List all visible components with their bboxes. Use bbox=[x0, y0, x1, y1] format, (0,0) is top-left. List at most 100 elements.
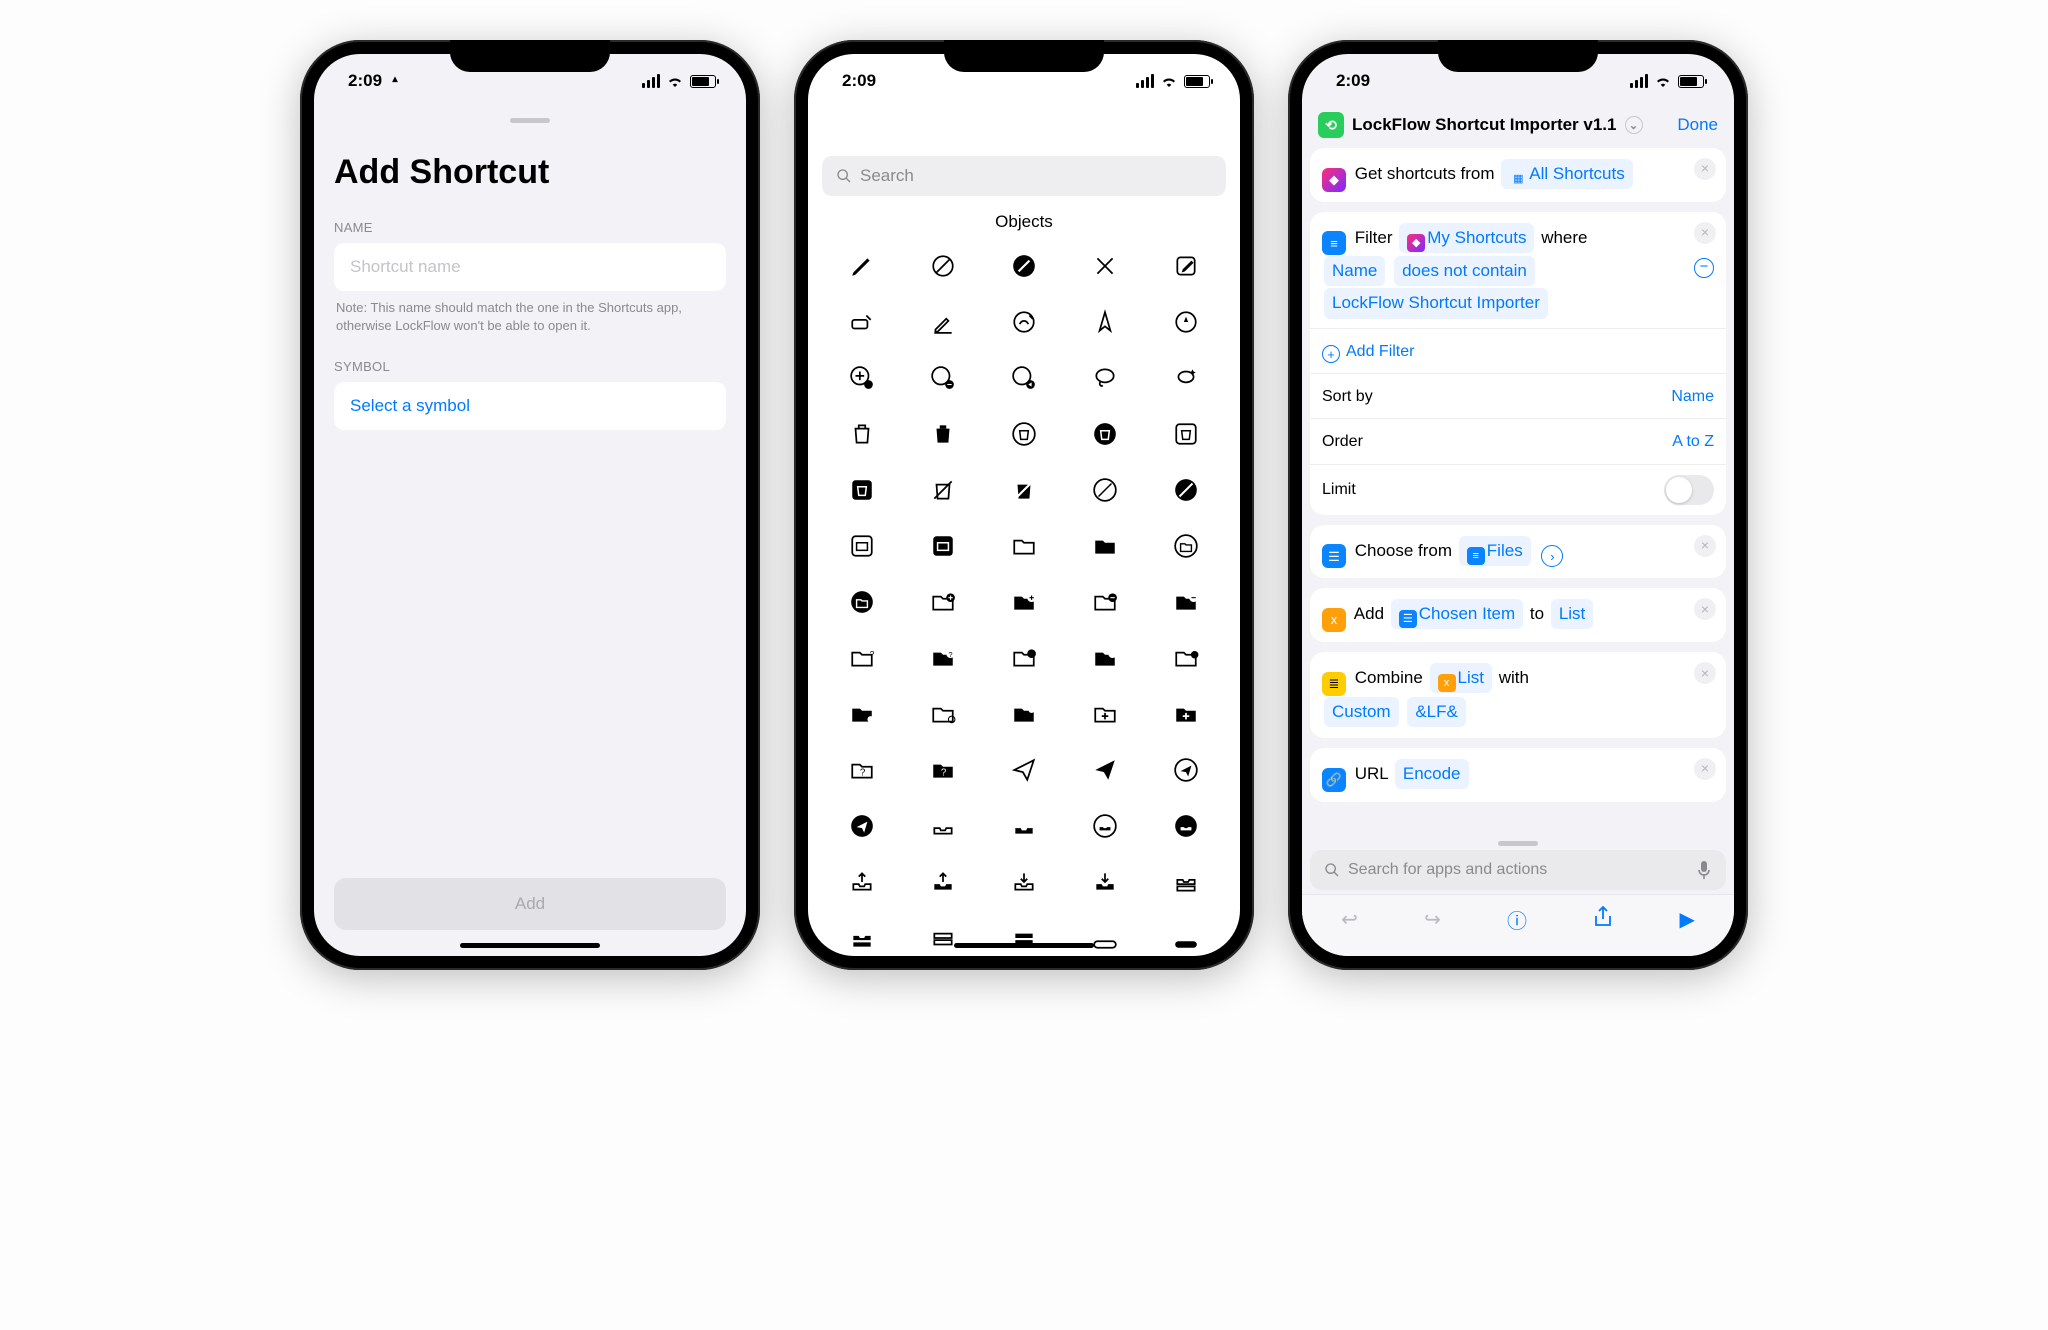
folder-gear-icon[interactable] bbox=[930, 701, 956, 727]
tray-up-fill-icon[interactable] bbox=[930, 869, 956, 895]
trash-circle-icon[interactable] bbox=[1011, 421, 1037, 447]
tray-up-icon[interactable] bbox=[849, 869, 875, 895]
tray-circle-fill-icon[interactable] bbox=[1173, 813, 1199, 839]
remove-action-icon[interactable]: × bbox=[1694, 662, 1716, 684]
action-combine[interactable]: × ≣ Combine xList with Custom &LF& bbox=[1310, 652, 1726, 738]
folder-square-icon[interactable] bbox=[849, 533, 875, 559]
folder-circle-icon[interactable] bbox=[1173, 533, 1199, 559]
arrow-circle-minus-icon[interactable] bbox=[930, 365, 956, 391]
paperplane-icon[interactable] bbox=[1011, 757, 1037, 783]
folder-question-icon[interactable]: ? bbox=[849, 645, 875, 671]
action-choose[interactable]: × ☰ Choose from ≡Files › bbox=[1310, 525, 1726, 579]
param-separator[interactable]: &LF& bbox=[1407, 697, 1466, 727]
mic-icon[interactable] bbox=[1696, 860, 1712, 880]
tray-circle-icon[interactable] bbox=[1092, 813, 1118, 839]
select-symbol-button[interactable]: Select a symbol bbox=[334, 382, 726, 430]
trash-square-icon[interactable] bbox=[1173, 421, 1199, 447]
folder-square-fill-icon[interactable] bbox=[930, 533, 956, 559]
marker-circle-icon[interactable] bbox=[1173, 309, 1199, 335]
symbol-search[interactable]: Search bbox=[822, 156, 1226, 196]
circle-slash-fill-icon[interactable] bbox=[1011, 253, 1037, 279]
folder-person-fill-icon[interactable] bbox=[1092, 645, 1118, 671]
drawer-grabber[interactable] bbox=[1498, 841, 1538, 846]
disclosure-icon[interactable]: › bbox=[1541, 545, 1563, 567]
folder-person-icon[interactable] bbox=[1011, 645, 1037, 671]
tray-full-icon[interactable] bbox=[930, 925, 956, 951]
action-url-encode[interactable]: × 🔗 URL Encode bbox=[1310, 748, 1726, 802]
shortcut-name-input[interactable] bbox=[334, 243, 726, 291]
add-filter-row[interactable]: +Add Filter bbox=[1310, 328, 1726, 365]
lasso-sparkle-icon[interactable] bbox=[1173, 365, 1199, 391]
trash-circle-fill-icon[interactable] bbox=[1092, 421, 1118, 447]
drive-icon[interactable] bbox=[1092, 925, 1118, 951]
play-icon[interactable]: ▶ bbox=[1679, 907, 1694, 932]
chevron-down-icon[interactable]: ⌄ bbox=[1625, 116, 1643, 134]
param-name[interactable]: Name bbox=[1324, 256, 1385, 286]
shortcut-title[interactable]: ⟲ LockFlow Shortcut Importer v1.1 ⌄ bbox=[1318, 112, 1643, 138]
tray-down-fill-icon[interactable] bbox=[1092, 869, 1118, 895]
trash-square-fill-icon[interactable] bbox=[849, 477, 875, 503]
done-button[interactable]: Done bbox=[1677, 115, 1718, 135]
folder-add-fill-icon[interactable] bbox=[1173, 701, 1199, 727]
info-icon[interactable]: ⓘ bbox=[1507, 905, 1527, 934]
limit-row[interactable]: Limit bbox=[1310, 464, 1726, 505]
paperplane-circle-icon[interactable] bbox=[1173, 757, 1199, 783]
cross-icon[interactable] bbox=[1092, 253, 1118, 279]
param-files[interactable]: ≡Files bbox=[1459, 536, 1531, 566]
undo-icon[interactable]: ↩ bbox=[1341, 907, 1358, 932]
remove-action-icon[interactable]: × bbox=[1694, 758, 1716, 780]
tray-2-icon[interactable] bbox=[1173, 869, 1199, 895]
drive-fill-icon[interactable] bbox=[1173, 925, 1199, 951]
param-condition[interactable]: does not contain bbox=[1394, 256, 1535, 286]
minus-icon[interactable]: − bbox=[1694, 258, 1714, 278]
order-row[interactable]: Order A to Z bbox=[1310, 418, 1726, 455]
sheet-grabber[interactable] bbox=[510, 118, 550, 123]
sort-by-row[interactable]: Sort by Name bbox=[1310, 373, 1726, 410]
limit-toggle[interactable] bbox=[1664, 475, 1714, 505]
trash-slash-circle-icon[interactable] bbox=[1092, 477, 1118, 503]
lasso-icon[interactable] bbox=[1092, 365, 1118, 391]
folder-gear-fill-icon[interactable] bbox=[849, 701, 875, 727]
tray-down-icon[interactable] bbox=[1011, 869, 1037, 895]
trash-fill-icon[interactable] bbox=[930, 421, 956, 447]
compass-icon[interactable] bbox=[1092, 309, 1118, 335]
action-search[interactable]: Search for apps and actions bbox=[1310, 850, 1726, 890]
param-list[interactable]: List bbox=[1551, 599, 1593, 629]
remove-action-icon[interactable]: × bbox=[1694, 222, 1716, 244]
circle-slash-icon[interactable] bbox=[930, 253, 956, 279]
compose-icon[interactable] bbox=[1173, 253, 1199, 279]
remove-action-icon[interactable]: × bbox=[1694, 158, 1716, 180]
param-all-shortcuts[interactable]: ▦All Shortcuts bbox=[1501, 159, 1632, 189]
home-indicator[interactable] bbox=[460, 943, 600, 948]
question-folder-fill-icon[interactable]: ? bbox=[930, 757, 956, 783]
paperplane-fill-icon[interactable] bbox=[1092, 757, 1118, 783]
folder-fill-icon[interactable] bbox=[1092, 533, 1118, 559]
param-custom[interactable]: Custom bbox=[1324, 697, 1399, 727]
tray-icon[interactable] bbox=[930, 813, 956, 839]
add-button[interactable]: Add bbox=[334, 878, 726, 930]
param-value[interactable]: LockFlow Shortcut Importer bbox=[1324, 288, 1548, 318]
question-folder-icon[interactable]: ? bbox=[849, 757, 875, 783]
trash-icon[interactable] bbox=[849, 421, 875, 447]
folder-icon[interactable] bbox=[1011, 533, 1037, 559]
folder-plus-badge-icon[interactable] bbox=[1173, 645, 1199, 671]
tray-2-fill-icon[interactable] bbox=[849, 925, 875, 951]
param-my-shortcuts[interactable]: ◆My Shortcuts bbox=[1399, 223, 1534, 253]
param-chosen-item[interactable]: ☰Chosen Item bbox=[1391, 599, 1523, 629]
signature-icon[interactable] bbox=[849, 309, 875, 335]
arrow-circle-right-icon[interactable] bbox=[1011, 365, 1037, 391]
pencil-line-icon[interactable] bbox=[930, 309, 956, 335]
folder-gear2-fill-icon[interactable] bbox=[1011, 701, 1037, 727]
trash-slash-icon[interactable] bbox=[930, 477, 956, 503]
home-indicator[interactable] bbox=[954, 943, 1094, 948]
folder-question-fill-icon[interactable]: ? bbox=[930, 645, 956, 671]
trash-slash-fill-icon[interactable] bbox=[1011, 477, 1037, 503]
remove-action-icon[interactable]: × bbox=[1694, 598, 1716, 620]
action-add-to-list[interactable]: × x Add ☰Chosen Item to List bbox=[1310, 588, 1726, 642]
redo-icon[interactable]: ↪ bbox=[1424, 907, 1441, 932]
remove-action-icon[interactable]: × bbox=[1694, 535, 1716, 557]
action-filter[interactable]: × ≡ Filter ◆My Shortcuts where − Name do… bbox=[1310, 212, 1726, 515]
trash-slash-circle-fill-icon[interactable] bbox=[1173, 477, 1199, 503]
folder-plus-fill-icon[interactable] bbox=[1011, 589, 1037, 615]
folder-plus-icon[interactable] bbox=[930, 589, 956, 615]
